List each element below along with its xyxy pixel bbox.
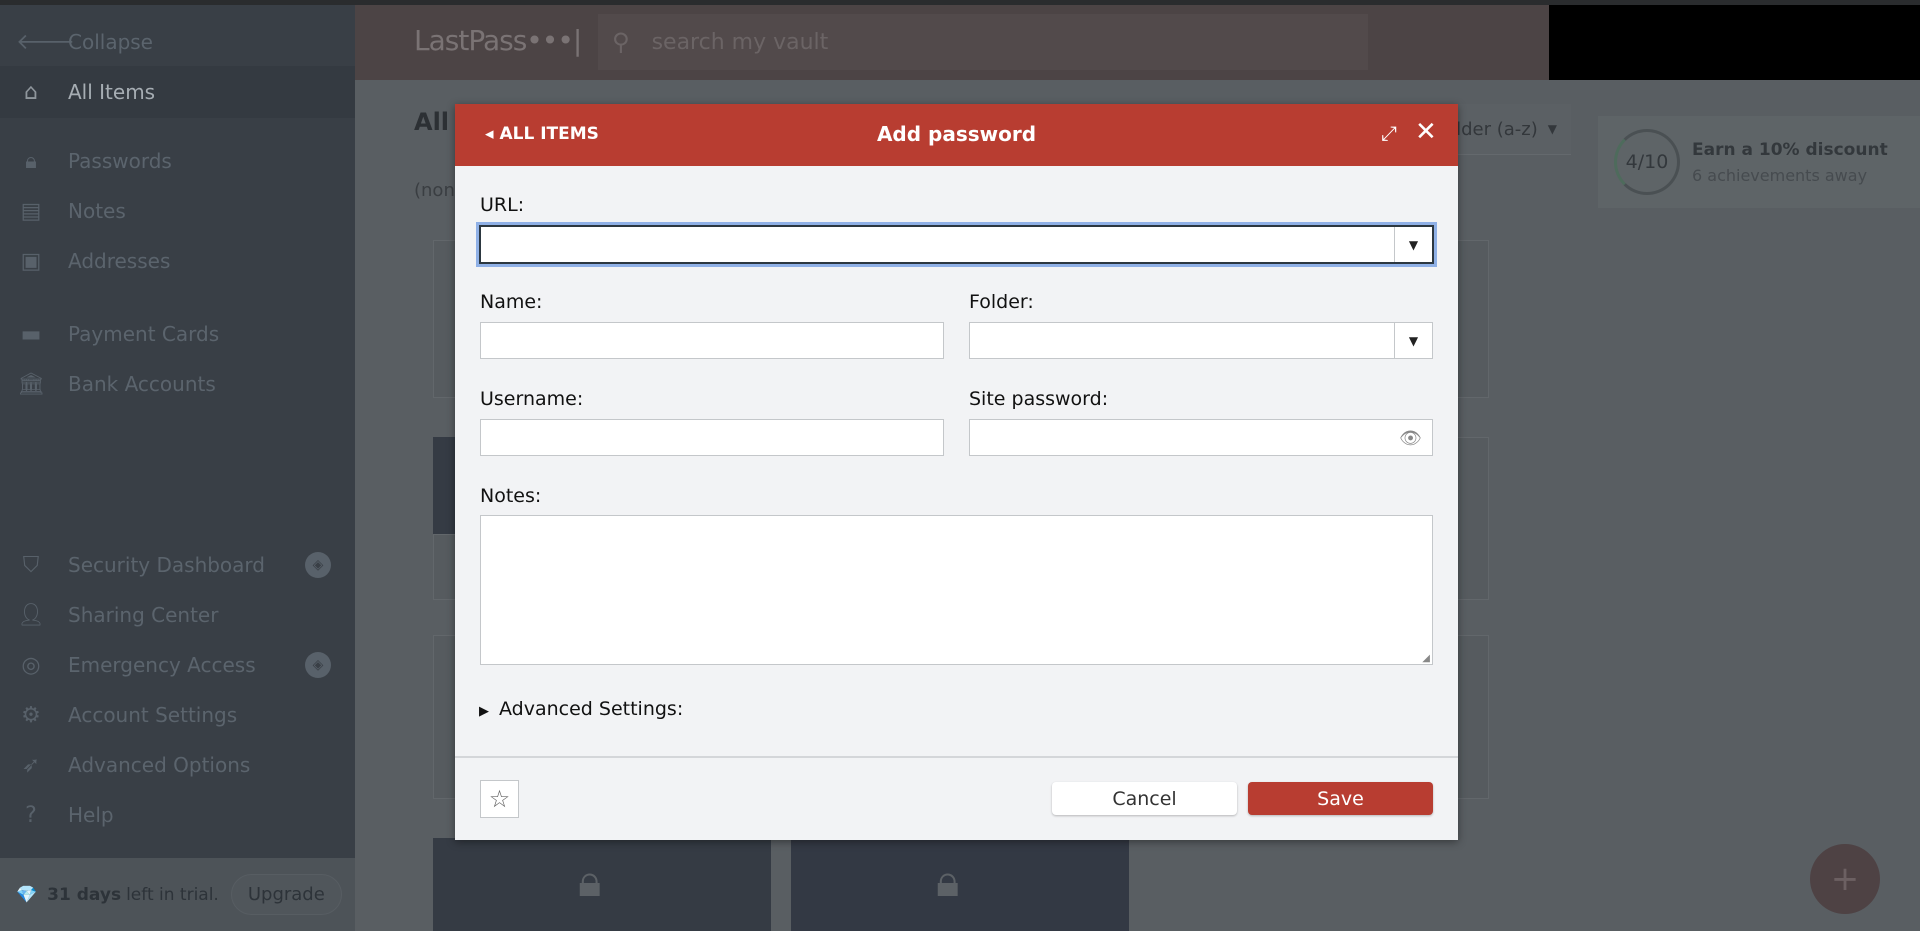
progress-ring: 4/10	[1614, 129, 1680, 195]
folder-dropdown-button[interactable]: ▼	[1394, 323, 1432, 358]
achievement-panel[interactable]: 4/10 Earn a 10% discount 6 achievements a…	[1598, 116, 1920, 208]
sidebar-item-addresses[interactable]: ▣ Addresses	[0, 236, 355, 286]
star-icon: ☆	[488, 785, 511, 813]
sidebar-item-account-settings[interactable]: ⚙ Account Settings	[0, 690, 355, 740]
home-icon: ⌂	[24, 79, 38, 105]
lock-icon: 🔒︎	[578, 856, 602, 907]
sidebar-item-all-items[interactable]: ⌂ All Items	[0, 66, 355, 118]
lifebuoy-icon: ◎	[21, 652, 41, 678]
lock-icon: 🔒︎	[936, 856, 960, 907]
address-icon: ▣	[20, 248, 42, 274]
notes-label: Notes:	[480, 485, 542, 507]
username-label: Username:	[480, 388, 584, 410]
sidebar-item-notes[interactable]: ▤ Notes	[0, 186, 355, 236]
sidebar-item-help[interactable]: ? Help	[0, 790, 355, 840]
site-password-label: Site password:	[969, 388, 1109, 410]
name-input[interactable]	[480, 322, 944, 359]
search-bar[interactable]: ⚲ search my vault	[598, 14, 1368, 70]
caret-down-icon: ▼	[1408, 333, 1419, 348]
sidebar-item-security-dashboard[interactable]: ⛉ Security Dashboard ◈	[0, 540, 355, 590]
dialog-title: Add password	[876, 122, 1037, 146]
sidebar-collapse[interactable]: 🡐 Collapse	[0, 17, 355, 67]
name-label: Name:	[480, 291, 543, 313]
cancel-button[interactable]: Cancel	[1052, 782, 1237, 815]
sidebar-item-advanced-options[interactable]: ➶ Advanced Options	[0, 740, 355, 790]
caret-right-icon: ▶	[479, 704, 489, 719]
save-button[interactable]: Save	[1248, 782, 1433, 815]
divider	[455, 756, 1458, 758]
trial-banner: 💎 31 days left in trial. Upgrade	[0, 858, 355, 931]
url-label: URL:	[480, 194, 525, 216]
search-icon: ⚲	[612, 28, 630, 56]
sidebar: 🡐 Collapse ⌂ All Items 🔒︎ Passwords ▤ Notes ▣ Ad…	[0, 5, 355, 858]
lock-icon: 🔒︎	[25, 148, 37, 174]
folder-label: (non	[414, 180, 455, 201]
site-password-input[interactable]: 👁︎	[969, 419, 1433, 456]
resize-handle-icon[interactable]: ◢	[1422, 653, 1430, 664]
advanced-settings-toggle[interactable]: ▶ Advanced Settings:	[479, 698, 683, 720]
upgrade-button[interactable]: Upgrade	[230, 874, 342, 915]
url-input[interactable]: ▼	[479, 225, 1434, 264]
vault-card[interactable]: 🔒︎	[791, 838, 1129, 931]
help-icon: ?	[25, 802, 37, 828]
add-item-button[interactable]: +	[1810, 844, 1880, 914]
eye-icon[interactable]: 👁︎	[1399, 428, 1422, 449]
bank-icon: 🏛︎	[17, 371, 45, 397]
note-icon: ▤	[20, 198, 42, 224]
folder-select[interactable]: ▼	[969, 322, 1433, 359]
notes-textarea[interactable]: ◢	[480, 515, 1433, 665]
sidebar-item-emergency-access[interactable]: ◎ Emergency Access ◈	[0, 640, 355, 690]
premium-diamond-icon: ◈	[305, 552, 331, 578]
lastpass-logo: LastPass•••|	[414, 24, 582, 57]
shield-icon: ⛉	[22, 552, 40, 578]
expand-icon[interactable]: ⤢	[1381, 121, 1397, 145]
sidebar-item-sharing-center[interactable]: 👤︎ Sharing Center	[0, 590, 355, 640]
premium-diamond-icon: ◈	[305, 652, 331, 678]
folder-label: Folder:	[969, 291, 1034, 313]
username-input[interactable]	[480, 419, 944, 456]
sidebar-item-bank-accounts[interactable]: 🏛︎ Bank Accounts	[0, 359, 355, 409]
vault-card[interactable]: 🔒︎	[433, 838, 771, 931]
url-dropdown-button[interactable]: ▼	[1394, 227, 1432, 262]
sidebar-item-passwords[interactable]: 🔒︎ Passwords	[0, 136, 355, 186]
favorite-star-button[interactable]: ☆	[480, 780, 519, 818]
sidebar-item-payment-cards[interactable]: ▬ Payment Cards	[0, 309, 355, 359]
redacted-area	[1549, 5, 1920, 80]
diamond-icon: 💎	[16, 884, 38, 905]
caret-down-icon: ▼	[1408, 237, 1419, 252]
credit-card-icon: ▬	[20, 321, 42, 347]
add-password-dialog: ◂ ALL ITEMS Add password ⤢ ✕ URL: ▼ Name…	[455, 104, 1458, 840]
users-icon: 👤︎	[17, 602, 45, 628]
gear-icon: ⚙	[21, 702, 41, 728]
chevron-down-icon: ▼	[1547, 122, 1557, 136]
close-icon[interactable]: ✕	[1415, 117, 1437, 147]
rocket-icon: ➶	[21, 752, 41, 778]
dialog-header: ◂ ALL ITEMS Add password ⤢ ✕	[455, 104, 1458, 166]
arrow-left-icon: 🡐	[16, 30, 75, 55]
